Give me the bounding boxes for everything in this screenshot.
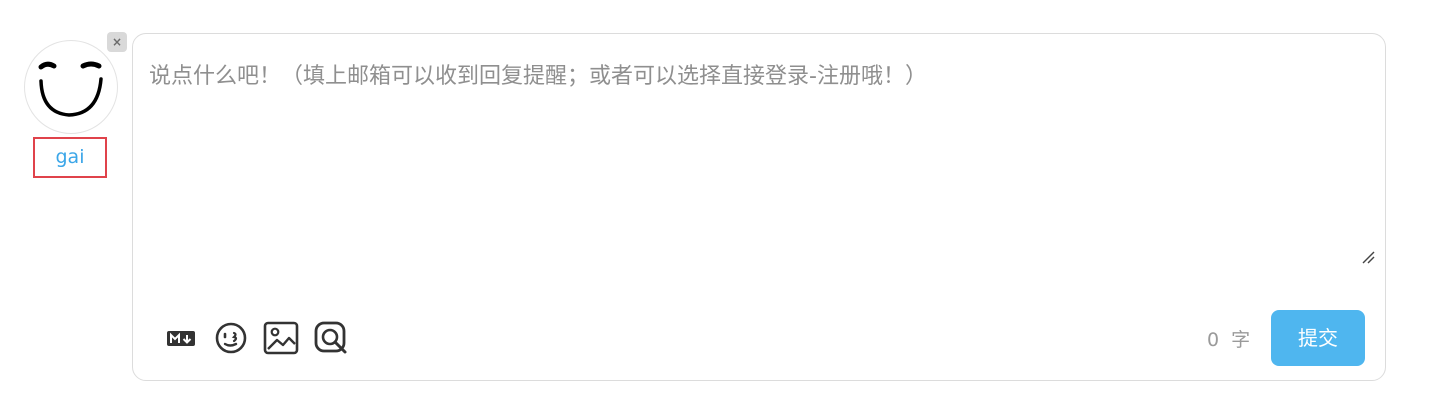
comment-widget: × gai 说点什么吧！（填上邮箱可以收到回复提醒；或者可以选择直接登录-注册哦… xyxy=(0,0,1432,414)
emoji-button[interactable] xyxy=(213,320,249,356)
markdown-icon xyxy=(167,331,195,346)
smiley-face-icon xyxy=(38,61,103,117)
preview-icon xyxy=(314,321,347,354)
char-count-unit: 字 xyxy=(1231,329,1251,351)
close-button[interactable]: × xyxy=(107,32,127,52)
username-label[interactable]: gai xyxy=(33,137,107,178)
comment-textarea[interactable]: 说点什么吧！（填上邮箱可以收到回复提醒；或者可以选择直接登录-注册哦！） xyxy=(149,62,1364,267)
char-count-value: 0 xyxy=(1207,329,1220,351)
emoji-icon xyxy=(215,322,247,354)
comment-panel: 说点什么吧！（填上邮箱可以收到回复提醒；或者可以选择直接登录-注册哦！） 0 字… xyxy=(132,33,1386,381)
editor-toolbar xyxy=(163,320,349,356)
image-button[interactable] xyxy=(263,320,299,356)
avatar[interactable] xyxy=(24,40,118,134)
submit-button[interactable]: 提交 xyxy=(1271,310,1365,366)
resize-handle-icon[interactable] xyxy=(1361,250,1375,264)
markdown-button[interactable] xyxy=(163,320,199,356)
preview-button[interactable] xyxy=(313,320,349,356)
char-counter: 0 字 xyxy=(1207,324,1250,356)
image-icon xyxy=(263,321,299,355)
